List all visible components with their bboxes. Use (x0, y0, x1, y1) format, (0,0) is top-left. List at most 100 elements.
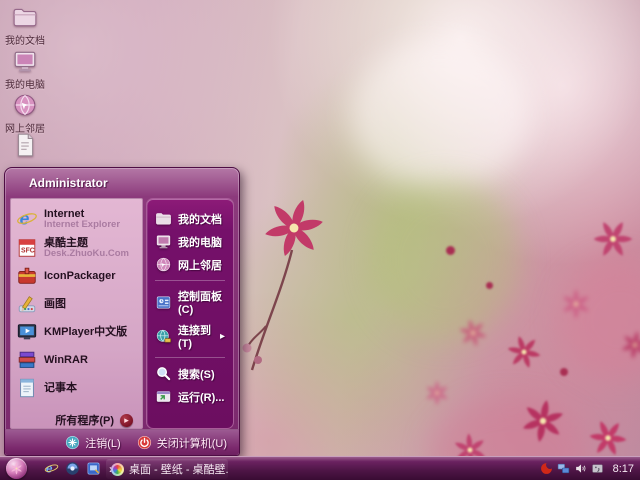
log-off-label: 注销(L) (85, 437, 121, 450)
start-item-subtitle: Internet Explorer (44, 219, 121, 231)
run-icon (155, 388, 172, 405)
wallpaper-app-icon (111, 462, 124, 476)
taskbar: e › 桌面 - 壁纸 - 桌酷壁... (0, 456, 640, 480)
log-off-button[interactable]: 注销(L) (65, 435, 121, 451)
start-item-title: KMPlayer中文版 (44, 326, 128, 339)
network-icon[interactable] (557, 462, 570, 475)
start-item-label: 我的文档 (178, 213, 222, 226)
desktop: 我的文档 我的电脑 网上邻居 Administrator e Internet … (0, 0, 640, 480)
start-menu-left-panel: e Internet Internet Explorer SFC 桌酷主题 De… (10, 198, 143, 429)
start-item-run[interactable]: 运行(R)... (152, 385, 228, 408)
my-documents-icon (155, 210, 172, 227)
taskbar-clock: 8:17 (612, 462, 634, 475)
flower-bud (486, 282, 493, 289)
start-item-title: 画图 (44, 298, 66, 311)
task-button-label: 桌面 - 壁纸 - 桌酷壁... (129, 464, 228, 476)
desktop-icon-document[interactable] (2, 132, 48, 158)
iconpackager-icon (16, 265, 38, 287)
start-item-zhuoku-theme[interactable]: SFC 桌酷主题 Desk.ZhuoKu.Com (14, 234, 139, 263)
security-app-icon[interactable] (540, 462, 553, 475)
menu-separator (155, 280, 225, 281)
bokeh-green (370, 180, 520, 340)
start-item-connect-to[interactable]: 连接到(T) ▸ (152, 319, 228, 353)
start-item-network-places[interactable]: 网上邻居 (152, 253, 228, 276)
control-panel-icon (155, 294, 172, 311)
start-item-internet[interactable]: e Internet Internet Explorer (14, 205, 139, 234)
bokeh-highlight (350, 40, 530, 190)
start-menu-footer: 注销(L) 关闭计算机(U) (5, 429, 239, 455)
show-desktop-icon[interactable] (86, 461, 101, 476)
svg-text:e: e (20, 209, 30, 229)
taskbar-task-button[interactable]: 桌面 - 壁纸 - 桌酷壁... (106, 459, 228, 479)
theme-file-icon: SFC (16, 237, 38, 259)
my-computer-icon (155, 233, 172, 250)
svg-text:SFC: SFC (21, 247, 35, 254)
turn-off-computer-button[interactable]: 关闭计算机(U) (137, 435, 227, 451)
connect-to-icon (155, 328, 172, 345)
start-item-label: 连接到(T) (178, 325, 211, 350)
flower-stem-graphic (242, 249, 294, 371)
flower-bud (446, 246, 455, 255)
system-tray: 8:17 (540, 457, 636, 480)
start-item-my-documents[interactable]: 我的文档 (152, 207, 228, 230)
start-item-my-computer[interactable]: 我的电脑 (152, 230, 228, 253)
desktop-icon-my-documents[interactable]: 我的文档 (2, 4, 48, 47)
start-item-title: WinRAR (44, 354, 88, 367)
start-item-label: 网上邻居 (178, 259, 222, 272)
kmplayer-icon (16, 321, 38, 343)
start-item-notepad[interactable]: 记事本 (14, 374, 139, 402)
menu-separator (155, 357, 225, 358)
desktop-icon-my-computer[interactable]: 我的电脑 (2, 48, 48, 91)
turn-off-computer-label: 关闭计算机(U) (156, 437, 227, 450)
notepad-icon (16, 377, 38, 399)
flower-graphic (520, 398, 566, 444)
media-player-icon[interactable] (65, 461, 80, 476)
desktop-icon-network-places[interactable]: 网上邻居 (2, 92, 48, 135)
start-button[interactable] (6, 458, 27, 479)
all-programs-arrow-icon: ▸ (120, 413, 133, 427)
start-item-winrar[interactable]: WinRAR (14, 346, 139, 374)
volume-icon[interactable] (574, 462, 587, 475)
start-item-search[interactable]: 搜索(S) (152, 362, 228, 385)
network-places-icon (12, 92, 38, 118)
start-item-title: IconPackager (44, 270, 116, 283)
flower-graphic (262, 196, 326, 260)
flower-graphic (592, 218, 634, 260)
start-flower-icon (10, 462, 23, 475)
start-menu-username: Administrator (29, 176, 108, 190)
flower-graphic (562, 289, 590, 319)
my-documents-icon (12, 4, 38, 30)
all-programs-button[interactable]: 所有程序(P) ▸ (14, 409, 139, 430)
start-item-label: 搜索(S) (178, 368, 215, 381)
svg-text:e: e (46, 461, 53, 475)
flower-graphic (620, 330, 640, 360)
flower-graphic (458, 318, 488, 348)
submenu-arrow-icon: ▸ (219, 330, 225, 342)
network-places-icon (155, 256, 172, 273)
internet-explorer-icon: e (16, 208, 38, 230)
quick-launch-bar: e › (44, 457, 115, 480)
input-method-icon[interactable] (591, 462, 604, 475)
document-icon (12, 132, 38, 158)
flower-graphic (425, 381, 449, 405)
start-item-label: 我的电脑 (178, 236, 222, 249)
start-menu-right-panel: 我的文档 我的电脑 网上邻居 控制面板(C) 连接到(T) ▸ 搜索(S) 运行… (146, 198, 234, 429)
my-computer-icon (12, 48, 38, 74)
flower-graphic (506, 334, 542, 370)
desktop-icon-label: 我的电脑 (5, 80, 45, 91)
start-item-label: 控制面板(C) (178, 291, 222, 316)
flower-graphic (588, 418, 628, 458)
start-item-kmplayer[interactable]: KMPlayer中文版 (14, 318, 139, 346)
internet-explorer-icon[interactable]: e (44, 461, 59, 476)
start-menu-body: e Internet Internet Explorer SFC 桌酷主题 De… (10, 198, 234, 429)
start-item-iconpackager[interactable]: IconPackager (14, 262, 139, 290)
start-menu: Administrator e Internet Internet Explor… (4, 167, 240, 456)
search-icon (155, 365, 172, 382)
flower-bud (560, 368, 568, 376)
start-item-control-panel[interactable]: 控制面板(C) (152, 285, 228, 319)
start-item-label: 运行(R)... (178, 391, 225, 404)
start-item-paint[interactable]: 画图 (14, 290, 139, 318)
desktop-icon-label: 我的文档 (5, 36, 45, 47)
start-item-title: 桌酷主题 (44, 236, 88, 249)
paint-icon (16, 293, 38, 315)
